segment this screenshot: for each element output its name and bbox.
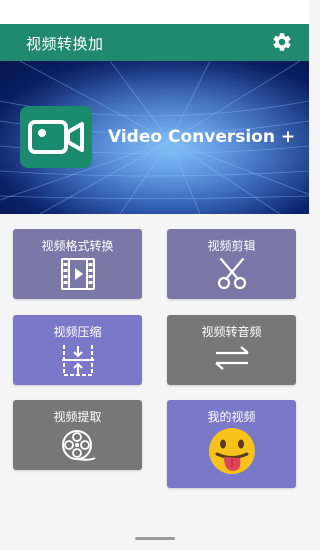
tile-video-to-audio[interactable]: 视频转音频 [167,315,296,385]
tile-label: 视频格式转换 [41,239,114,253]
status-bar [0,0,309,24]
home-indicator[interactable] [135,537,175,540]
tongue-out-emoji-icon [204,427,260,483]
video-camera-icon [20,106,92,168]
film-reel-icon [59,428,97,468]
scissors-icon [214,257,250,295]
swap-arrows-icon [213,343,251,377]
compress-icon [60,343,96,381]
tile-label: 视频压缩 [53,325,102,339]
tile-label: 视频剪辑 [207,239,256,253]
tile-label: 我的视频 [207,410,256,424]
film-icon [60,257,96,295]
tile-label: 视频提取 [53,410,102,424]
gear-icon[interactable] [271,31,293,53]
app-bar: 视频转换加 [0,24,309,61]
tile-video-compress[interactable]: 视频压缩 [13,315,142,385]
tile-video-extract[interactable]: 视频提取 [13,400,142,470]
banner-title: Video Conversion + [108,127,296,147]
tile-video-edit[interactable]: 视频剪辑 [167,229,296,299]
tile-video-format-convert[interactable]: 视频格式转换 [13,229,142,299]
app-title: 视频转换加 [26,35,104,53]
banner: Video Conversion + [0,61,309,214]
tile-my-videos[interactable]: 我的视频 [167,400,296,488]
tile-label: 视频转音频 [201,325,262,339]
